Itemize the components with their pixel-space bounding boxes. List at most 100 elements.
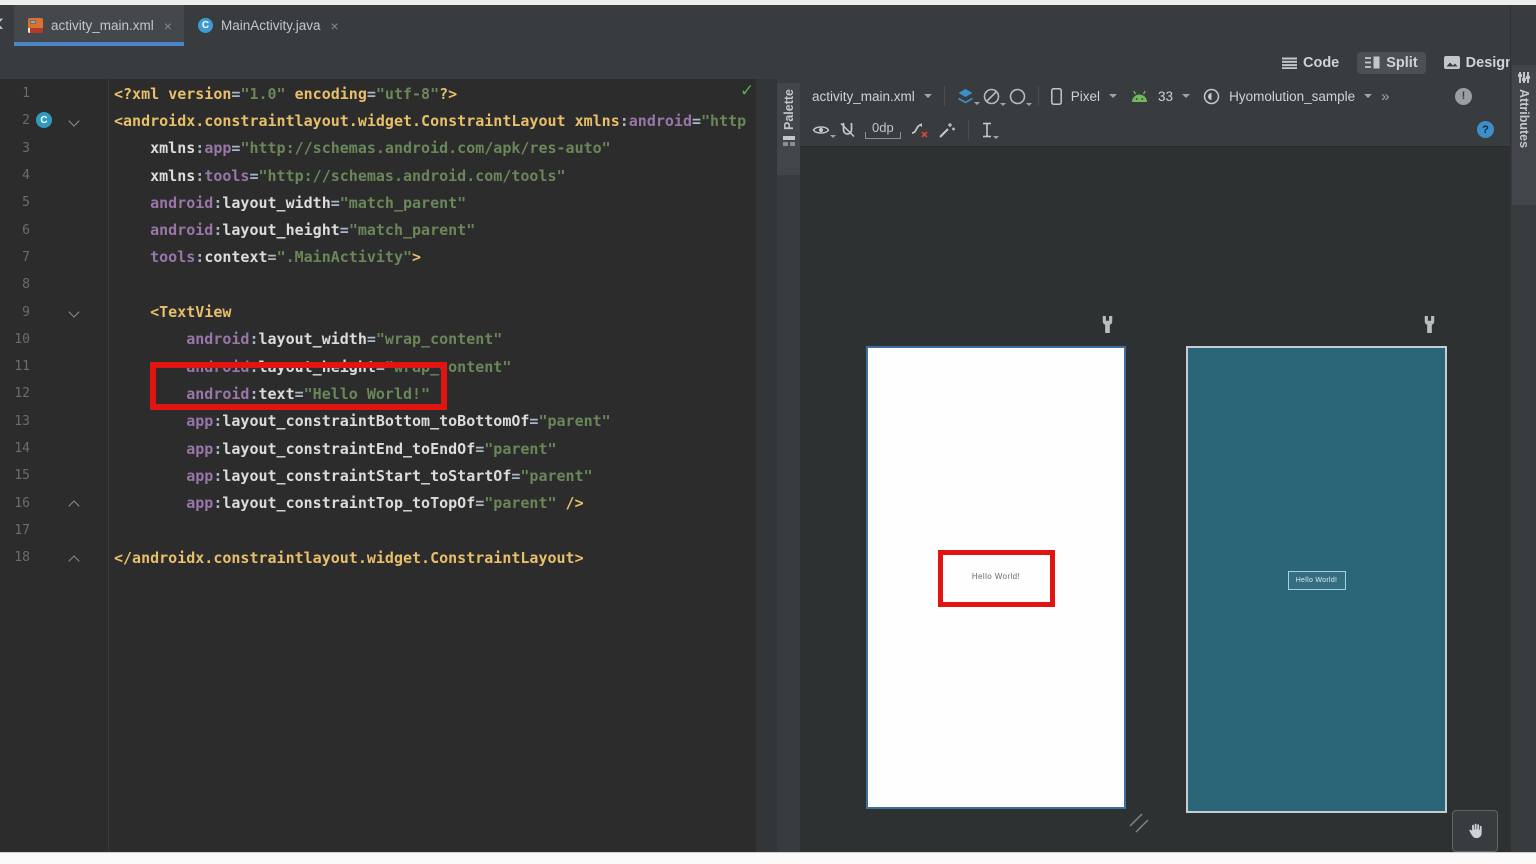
line-number: 11	[0, 359, 30, 374]
gutter-icons	[30, 408, 104, 435]
attributes-tab[interactable]: Attributes	[1512, 65, 1536, 205]
view-options-button[interactable]	[812, 123, 830, 137]
code-text: tools:context=".MainActivity">	[114, 248, 421, 266]
code-line[interactable]: 3 xmlns:app="http://schemas.android.com/…	[0, 135, 756, 162]
wrench-icon[interactable]	[1099, 315, 1116, 334]
back-chevron-icon[interactable]: ‹	[0, 7, 4, 38]
textview-hello-world-blueprint[interactable]: Hello World!	[1288, 571, 1346, 590]
align-menu-button[interactable]	[981, 122, 993, 138]
resize-handle-icon[interactable]	[1128, 812, 1150, 834]
code-text: <TextView	[114, 303, 231, 321]
code-line[interactable]: 18</androidx.constraintlayout.widget.Con…	[0, 544, 756, 571]
device-dropdown[interactable]: Pixel	[1071, 89, 1100, 104]
line-number: 7	[0, 250, 30, 265]
code-text: app:layout_constraintTop_toTopOf="parent…	[114, 494, 584, 512]
code-text: xmlns:tools="http://schemas.android.com/…	[114, 167, 566, 185]
infer-constraints-button[interactable]	[938, 121, 956, 139]
gutter-icons	[30, 189, 104, 216]
constraint-toolbar: 0dp	[800, 113, 1510, 147]
gutter-icons	[30, 271, 104, 298]
infer-constraints-wand-icon	[938, 121, 956, 139]
code-line[interactable]: 9 <TextView	[0, 298, 756, 325]
line-number: 4	[0, 168, 30, 183]
code-text: app:layout_constraintEnd_toEndOf="parent…	[114, 440, 557, 458]
chevron-down-icon	[924, 94, 932, 98]
fold-marker-icon[interactable]	[68, 116, 79, 127]
attributes-label: Attributes	[1517, 89, 1531, 148]
wrench-icon[interactable]	[1421, 315, 1438, 334]
gutter-icons	[30, 298, 104, 325]
gutter-icons	[30, 462, 104, 489]
class-indicator-icon[interactable]: C	[36, 112, 52, 128]
code-line[interactable]: 8	[0, 271, 756, 298]
code-line[interactable]: 16 app:layout_constraintTop_toTopOf="par…	[0, 489, 756, 516]
palette-label: Palette	[782, 89, 796, 130]
code-line[interactable]: 15 app:layout_constraintStart_toStartOf=…	[0, 462, 756, 489]
attributes-strip: Attributes	[1510, 5, 1536, 852]
night-mode-icon	[1009, 88, 1026, 105]
chevron-down-icon	[1109, 94, 1117, 98]
autoconnect-toggle[interactable]	[839, 121, 856, 138]
code-line[interactable]: 4 xmlns:tools="http://schemas.android.co…	[0, 162, 756, 189]
code-line[interactable]: 10 android:layout_width="wrap_content"	[0, 326, 756, 353]
line-number: 12	[0, 386, 30, 401]
code-line[interactable]: 5 android:layout_width="match_parent"	[0, 189, 756, 216]
design-file-dropdown[interactable]: activity_main.xml	[812, 89, 915, 104]
code-text: app:layout_constraintStart_toStartOf="pa…	[114, 467, 593, 485]
autoconnect-magnet-off-icon	[839, 121, 856, 138]
code-line[interactable]: 14 app:layout_constraintEnd_toEndOf="par…	[0, 435, 756, 462]
pan-mode-button[interactable]	[1452, 810, 1498, 852]
design-pane: activity_main.xml	[800, 79, 1510, 852]
gutter-icons	[30, 380, 104, 407]
code-line[interactable]: 7 tools:context=".MainActivity">	[0, 244, 756, 271]
tab-mainactivity-java[interactable]: C MainActivity.java ×	[184, 5, 351, 46]
theme-dropdown[interactable]: Hyomolution_sample	[1229, 89, 1355, 104]
inspection-check-icon[interactable]: ✓	[740, 81, 754, 101]
toolbar-overflow-chevrons[interactable]: »	[1381, 88, 1389, 105]
tune-sliders-icon	[1519, 72, 1529, 83]
design-canvas[interactable]: Hello World! Hello World!	[800, 148, 1510, 852]
editor-design-splitter[interactable]	[756, 79, 777, 852]
editor-tab-bar: ‹ activity_main.xml × C MainActivity.jav…	[0, 5, 1536, 46]
code-line[interactable]: 6 android:layout_height="match_parent"	[0, 216, 756, 243]
night-mode-button[interactable]	[1009, 88, 1026, 105]
clear-constraints-icon	[910, 121, 929, 139]
code-line[interactable]: 17	[0, 517, 756, 544]
xml-layout-file-icon	[28, 18, 43, 33]
gutter-icons	[30, 353, 104, 380]
clear-constraints-button[interactable]	[910, 121, 929, 139]
palette-tab[interactable]: Palette	[777, 83, 800, 175]
code-text: <?xml version="1.0" encoding="utf-8"?>	[114, 85, 457, 103]
help-icon[interactable]: ?	[1477, 121, 1494, 138]
pan-hand-icon	[1465, 821, 1485, 841]
code-line[interactable]: 1<?xml version="1.0" encoding="utf-8"?>	[0, 80, 756, 107]
android-studio-window: ‹ activity_main.xml × C MainActivity.jav…	[0, 0, 1536, 864]
gutter-icons	[30, 216, 104, 243]
mode-split-button[interactable]: Split	[1357, 52, 1425, 74]
close-icon[interactable]: ×	[331, 18, 339, 34]
api-level-dropdown[interactable]: 33	[1158, 89, 1173, 104]
code-line[interactable]: 2C<androidx.constraintlayout.widget.Cons…	[0, 107, 756, 134]
line-number: 16	[0, 496, 30, 511]
issues-icon[interactable]: !	[1455, 88, 1472, 105]
fold-marker-icon[interactable]	[68, 307, 79, 318]
default-margin-button[interactable]: 0dp	[865, 120, 901, 139]
blueprint-preview-surface[interactable]: Hello World!	[1186, 346, 1447, 813]
close-icon[interactable]: ×	[164, 18, 172, 34]
code-line[interactable]: 13 app:layout_constraintBottom_toBottomO…	[0, 408, 756, 435]
tab-activity-main-xml[interactable]: activity_main.xml ×	[14, 5, 184, 46]
gutter-icons	[30, 489, 104, 516]
phone-device-icon	[1051, 88, 1062, 105]
code-editor[interactable]: 1<?xml version="1.0" encoding="utf-8"?>2…	[0, 79, 756, 852]
gutter-icons	[30, 80, 104, 107]
fold-marker-icon[interactable]	[68, 555, 79, 566]
line-number: 6	[0, 223, 30, 238]
gutter-icons	[30, 244, 104, 271]
fold-marker-icon[interactable]	[68, 501, 79, 512]
mode-code-button[interactable]: Code	[1274, 52, 1347, 74]
gutter-icons	[30, 435, 104, 462]
no-design-surface-button[interactable]	[983, 88, 1000, 105]
layers-button[interactable]	[957, 88, 974, 104]
code-area[interactable]: 1<?xml version="1.0" encoding="utf-8"?>2…	[0, 80, 756, 571]
palette-strip: Palette	[777, 79, 800, 852]
